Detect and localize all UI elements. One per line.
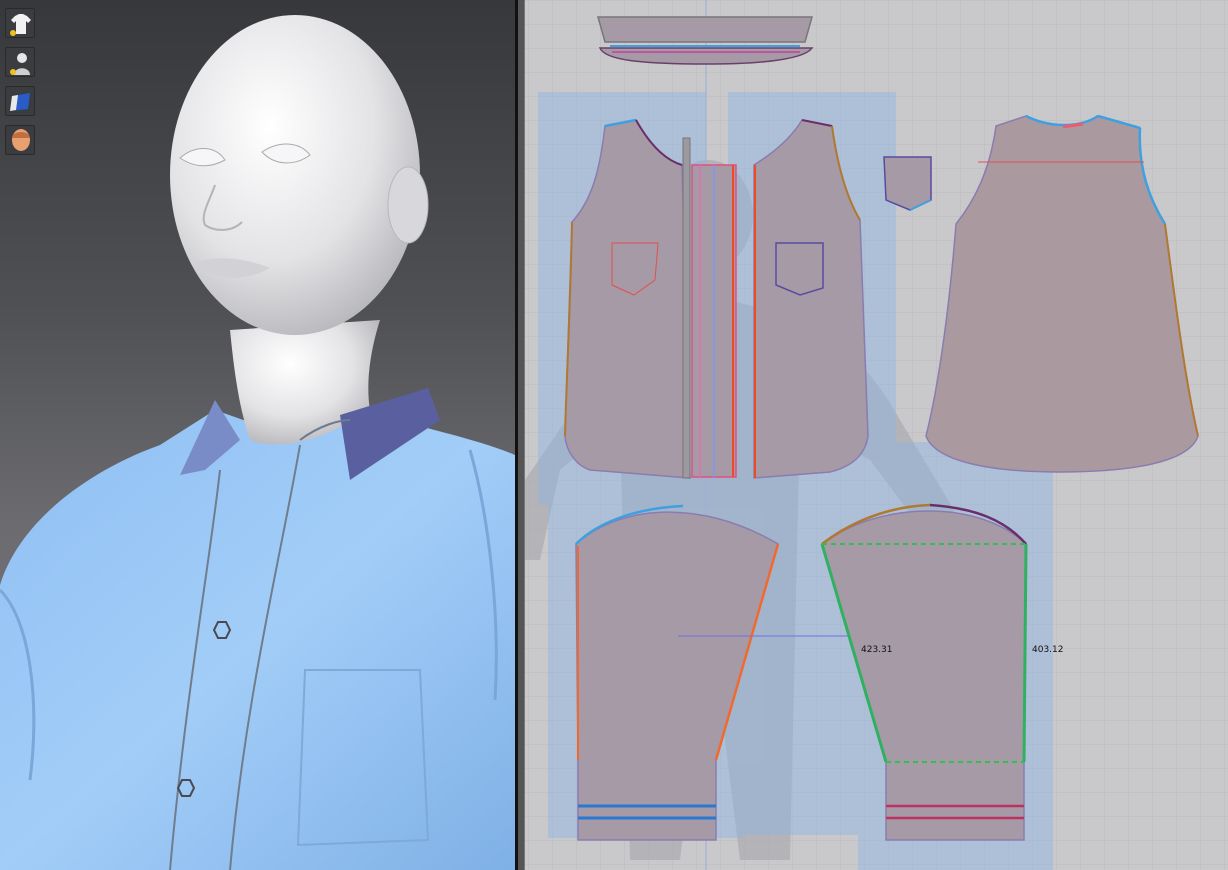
pattern-pocket[interactable] xyxy=(883,156,932,211)
pattern-canvas[interactable] xyxy=(525,0,1228,870)
garment-shirt-icon[interactable] xyxy=(5,8,35,38)
avatar-head xyxy=(170,15,420,335)
sleeve-seam-length-label-left: 423.31 xyxy=(861,645,893,655)
view-splitter[interactable] xyxy=(515,0,525,870)
avatar-ear xyxy=(387,166,429,244)
sleeve-seam-length-label-right: 403.12 xyxy=(1032,645,1064,655)
pattern-collar[interactable] xyxy=(597,16,814,65)
texture-fabric-icon[interactable] xyxy=(5,86,35,116)
3d-viewport[interactable] xyxy=(0,0,515,870)
avatar-head-icon[interactable] xyxy=(5,125,35,155)
shirt-body xyxy=(0,410,515,870)
avatar-icon[interactable] xyxy=(5,47,35,77)
view-toolbar xyxy=(5,8,37,164)
3d-scene[interactable] xyxy=(0,0,515,870)
2d-pattern-viewport[interactable]: 423.31 403.12 xyxy=(525,0,1228,870)
